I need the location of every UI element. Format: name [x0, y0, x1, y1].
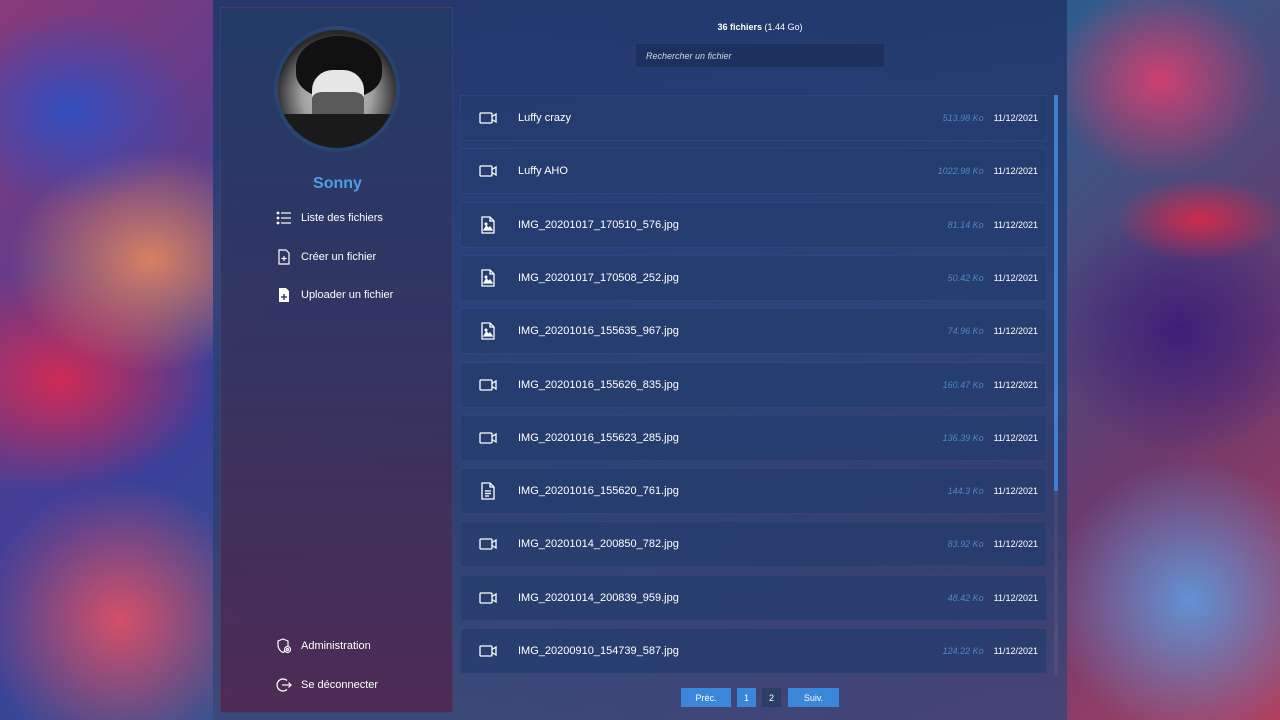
file-size: 48.42 Ko — [947, 592, 984, 603]
file-browser: 36 fichiers (1.44 Go) Luffy crazy 513.98 … — [460, 0, 1060, 720]
file-date: 11/12/2021 — [993, 539, 1038, 550]
file-row[interactable]: IMG_20201016_155626_835.jpg 160.47 Ko 11/1… — [460, 361, 1047, 408]
file-name: Luffy crazy — [518, 112, 571, 124]
file-row[interactable]: IMG_20201016_155623_285.jpg 136.39 Ko 11/1… — [460, 414, 1047, 461]
file-row[interactable]: IMG_20201016_155620_761.jpg 144.3 Ko 11/12… — [460, 468, 1047, 515]
image-file-icon — [478, 215, 498, 235]
file-name: IMG_20201016_155623_285.jpg — [518, 431, 679, 444]
nav-label: Se déconnecter — [301, 679, 379, 691]
image-file-icon — [478, 321, 498, 341]
file-date: 11/12/2021 — [993, 219, 1038, 230]
image-file-icon — [478, 268, 498, 288]
file-size: 50.42 Ko — [947, 272, 984, 283]
file-count: 36 fichiers — [717, 22, 762, 32]
nav-administration[interactable]: Administration — [276, 635, 371, 657]
username: Sonny — [313, 175, 362, 192]
video-icon — [478, 534, 498, 554]
video-icon — [478, 588, 498, 608]
file-size: 160.47 Ko — [942, 379, 984, 390]
nav-create-file[interactable]: Créer un fichier — [276, 246, 376, 268]
file-name: IMG_20201014_200839_959.jpg — [518, 591, 679, 604]
video-icon — [478, 641, 498, 661]
file-size: 136.39 Ko — [942, 432, 984, 443]
file-size: 74.96 Ko — [947, 326, 984, 337]
video-icon — [478, 428, 498, 448]
file-row[interactable]: IMG_20201016_155635_967.jpg 74.96 Ko 11/12… — [460, 308, 1047, 355]
file-summary: 36 fichiers (1.44 Go) — [460, 22, 1060, 32]
nav-upload-file[interactable]: Uploader un fichier — [276, 284, 393, 306]
nav-label: Liste des fichiers — [301, 212, 383, 224]
file-row[interactable]: IMG_20201014_200850_782.jpg 83.92 Ko 11/12… — [460, 521, 1047, 568]
file-name: IMG_20200910_154739_587.jpg — [518, 645, 679, 657]
file-size: 124.22 Ko — [942, 646, 984, 656]
text-file-icon — [478, 481, 498, 501]
logout-icon — [276, 678, 292, 692]
nav-label: Créer un fichier — [301, 251, 377, 263]
file-row[interactable]: IMG_20201014_200839_959.jpg 48.42 Ko 11/12… — [460, 574, 1047, 621]
sidebar: Sonny Liste des fichiers Créer un fichie… — [220, 7, 453, 713]
file-name: Luffy AHO — [518, 165, 568, 178]
file-name: IMG_20201014_200850_782.jpg — [518, 538, 679, 551]
file-row[interactable]: IMG_20201017_170510_576.jpg 81.14 Ko 11/12… — [460, 201, 1047, 248]
file-name: IMG_20201017_170508_252.jpg — [518, 271, 679, 284]
file-size: 513.98 Ko — [942, 113, 984, 123]
file-date: 11/12/2021 — [993, 326, 1038, 337]
file-name: IMG_20201017_170510_576.jpg — [518, 218, 679, 231]
file-name: IMG_20201016_155635_967.jpg — [518, 325, 679, 338]
avatar — [274, 26, 400, 152]
next-page-button[interactable]: Suiv. — [788, 688, 839, 707]
file-name: IMG_20201016_155626_835.jpg — [518, 378, 679, 391]
nav-file-list[interactable]: Liste des fichiers — [276, 207, 383, 229]
file-date: 11/12/2021 — [993, 113, 1038, 123]
file-date: 11/12/2021 — [993, 166, 1038, 177]
file-size: 81.14 Ko — [947, 219, 984, 230]
nav-label: Administration — [301, 640, 371, 652]
file-plus-icon — [278, 249, 290, 265]
prev-page-button[interactable]: Préc. — [681, 688, 731, 707]
video-icon — [478, 108, 498, 128]
file-size: 83.92 Ko — [947, 539, 984, 550]
file-name: IMG_20201016_155620_761.jpg — [518, 485, 679, 498]
file-size: 144.3 Ko — [947, 486, 984, 497]
list-icon — [276, 211, 291, 225]
scrollbar[interactable] — [1054, 95, 1058, 675]
file-row[interactable]: IMG_20201017_170508_252.jpg 50.42 Ko 11/12… — [460, 254, 1047, 301]
video-icon — [478, 161, 498, 181]
file-date: 11/12/2021 — [993, 646, 1038, 656]
file-date: 11/12/2021 — [993, 432, 1038, 443]
file-date: 11/12/2021 — [993, 379, 1038, 390]
page-2-button[interactable]: 2 — [762, 688, 781, 707]
nav-label: Uploader un fichier — [301, 289, 394, 301]
file-row[interactable]: Luffy AHO 1022.98 Ko 11/12/2021 — [460, 148, 1047, 195]
page-1-button[interactable]: 1 — [737, 688, 756, 707]
file-date: 11/12/2021 — [993, 592, 1038, 603]
total-size: (1.44 Go) — [764, 22, 803, 32]
scrollbar-thumb[interactable] — [1054, 95, 1058, 491]
file-size: 1022.98 Ko — [937, 166, 984, 177]
file-row[interactable]: IMG_20200910_154739_587.jpg 124.22 Ko 11/1… — [460, 628, 1047, 674]
admin-shield-icon — [277, 638, 292, 654]
video-icon — [478, 375, 498, 395]
file-row[interactable]: Luffy crazy 513.98 Ko 11/12/2021 — [460, 95, 1047, 141]
file-date: 11/12/2021 — [993, 272, 1038, 283]
file-upload-icon — [279, 288, 289, 302]
search-input[interactable] — [635, 43, 885, 68]
nav-logout[interactable]: Se déconnecter — [276, 674, 378, 696]
file-date: 11/12/2021 — [993, 486, 1038, 497]
